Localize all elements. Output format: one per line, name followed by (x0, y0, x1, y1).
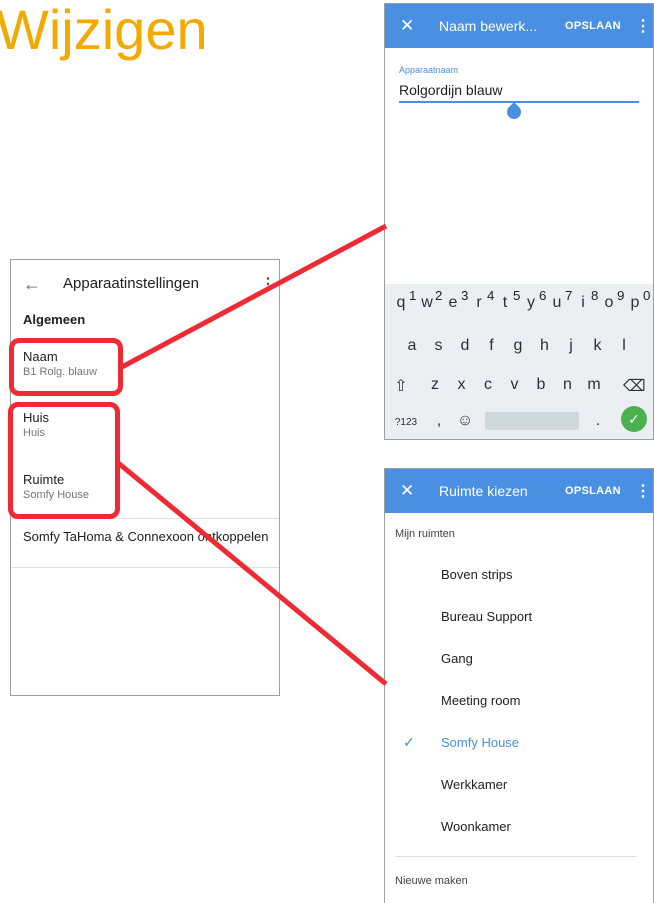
key[interactable]: e (443, 294, 463, 312)
highlight-name-item (9, 338, 123, 396)
room-item[interactable]: Woonkamer (441, 819, 511, 834)
keyboard: q1w2e3r4t5y6u7i8o9p0 asdfghjkl ⇧ zxcvbnm… (385, 284, 653, 439)
key[interactable]: g (508, 337, 528, 355)
page-heading: Wijzigen (0, 0, 208, 61)
key-hint: 6 (539, 288, 547, 303)
key-hint: 1 (409, 288, 417, 303)
key[interactable]: z (425, 376, 445, 394)
name-edit-app-bar: ✕ Naam bewerk... OPSLAAN ⋮ (385, 4, 653, 48)
key[interactable]: u (547, 294, 567, 312)
room-select-screen: ✕ Ruimte kiezen OPSLAAN ⋮ Mijn ruimten B… (384, 468, 654, 903)
key[interactable]: r (469, 294, 489, 312)
comma-key[interactable]: , (429, 412, 449, 430)
room-select-app-bar: ✕ Ruimte kiezen OPSLAAN ⋮ (385, 469, 653, 513)
device-name-input[interactable]: Rolgordijn blauw (399, 82, 503, 98)
key[interactable]: y (521, 294, 541, 312)
check-icon: ✓ (403, 734, 415, 750)
key-hint: 2 (435, 288, 443, 303)
key[interactable]: c (478, 376, 498, 394)
divider (11, 567, 279, 568)
more-vertical-icon[interactable]: ⋮ (260, 274, 276, 294)
room-item[interactable]: Gang (441, 651, 473, 666)
backspace-icon[interactable]: ⌫ (623, 376, 646, 396)
save-button[interactable]: OPSLAAN (565, 20, 621, 32)
emoji-icon[interactable]: ☺ (455, 412, 475, 430)
highlight-home-room-items (8, 402, 120, 519)
key[interactable]: b (531, 376, 551, 394)
settings-toolbar: ← Apparaatinstellingen ⋮ (11, 260, 279, 308)
more-vertical-icon[interactable]: ⋮ (635, 16, 651, 36)
key[interactable]: f (482, 337, 502, 355)
key[interactable]: p (625, 294, 645, 312)
arrow-left-icon[interactable]: ← (23, 274, 41, 295)
key[interactable]: d (455, 337, 475, 355)
key-hint: 3 (461, 288, 469, 303)
name-edit-title: Naam bewerk... (439, 18, 538, 34)
key-hint: 5 (513, 288, 521, 303)
unlink-action[interactable]: Somfy TaHoma & Connexoon ontkoppelen (23, 528, 273, 545)
key[interactable]: w (417, 294, 437, 312)
check-icon[interactable]: ✓ (621, 406, 647, 432)
key-hint: 8 (591, 288, 599, 303)
more-vertical-icon[interactable]: ⋮ (635, 481, 651, 501)
key-hint: 0 (643, 288, 651, 303)
section-general: Algemeen (23, 312, 86, 327)
key[interactable]: t (495, 294, 515, 312)
room-item[interactable]: Werkkamer (441, 777, 507, 792)
key[interactable]: j (561, 337, 581, 355)
close-icon[interactable]: ✕ (400, 481, 414, 501)
keyboard-row-1: q1w2e3r4t5y6u7i8o9p0 (385, 288, 653, 330)
key[interactable]: v (505, 376, 525, 394)
key[interactable]: h (535, 337, 555, 355)
key[interactable]: a (402, 337, 422, 355)
save-button[interactable]: OPSLAAN (565, 485, 621, 497)
name-edit-screen: ✕ Naam bewerk... OPSLAAN ⋮ Apparaatnaam … (384, 3, 654, 440)
close-icon[interactable]: ✕ (400, 16, 414, 36)
key[interactable]: o (599, 294, 619, 312)
space-key[interactable] (485, 412, 579, 430)
settings-title: Apparaatinstellingen (63, 275, 199, 292)
key[interactable]: n (558, 376, 578, 394)
keyboard-row-3: ⇧ zxcvbnm ⌫ (385, 376, 653, 412)
my-rooms-section: Mijn ruimten (395, 528, 455, 540)
room-item[interactable]: Boven strips (441, 567, 513, 582)
key-hint: 9 (617, 288, 625, 303)
create-new-room[interactable]: Nieuwe maken (395, 875, 468, 887)
device-name-label: Apparaatnaam (399, 65, 459, 75)
room-select-title: Ruimte kiezen (439, 483, 528, 499)
key[interactable]: q (391, 294, 411, 312)
key[interactable]: x (452, 376, 472, 394)
key-hint: 4 (487, 288, 495, 303)
keyboard-row-2: asdfghjkl (385, 337, 653, 373)
key[interactable]: i (573, 294, 593, 312)
period-key[interactable]: . (588, 412, 608, 430)
symbols-key[interactable]: ?123 (391, 417, 421, 428)
room-item[interactable]: Somfy House (441, 735, 519, 750)
key[interactable]: s (429, 337, 449, 355)
key[interactable]: k (588, 337, 608, 355)
key[interactable]: l (614, 337, 634, 355)
text-cursor-handle[interactable] (504, 102, 524, 122)
shift-icon[interactable]: ⇧ (391, 376, 411, 396)
divider (395, 856, 637, 857)
room-item[interactable]: Bureau Support (441, 609, 532, 624)
input-underline (399, 101, 639, 103)
key[interactable]: m (584, 376, 604, 394)
key-hint: 7 (565, 288, 573, 303)
room-item[interactable]: Meeting room (441, 693, 520, 708)
